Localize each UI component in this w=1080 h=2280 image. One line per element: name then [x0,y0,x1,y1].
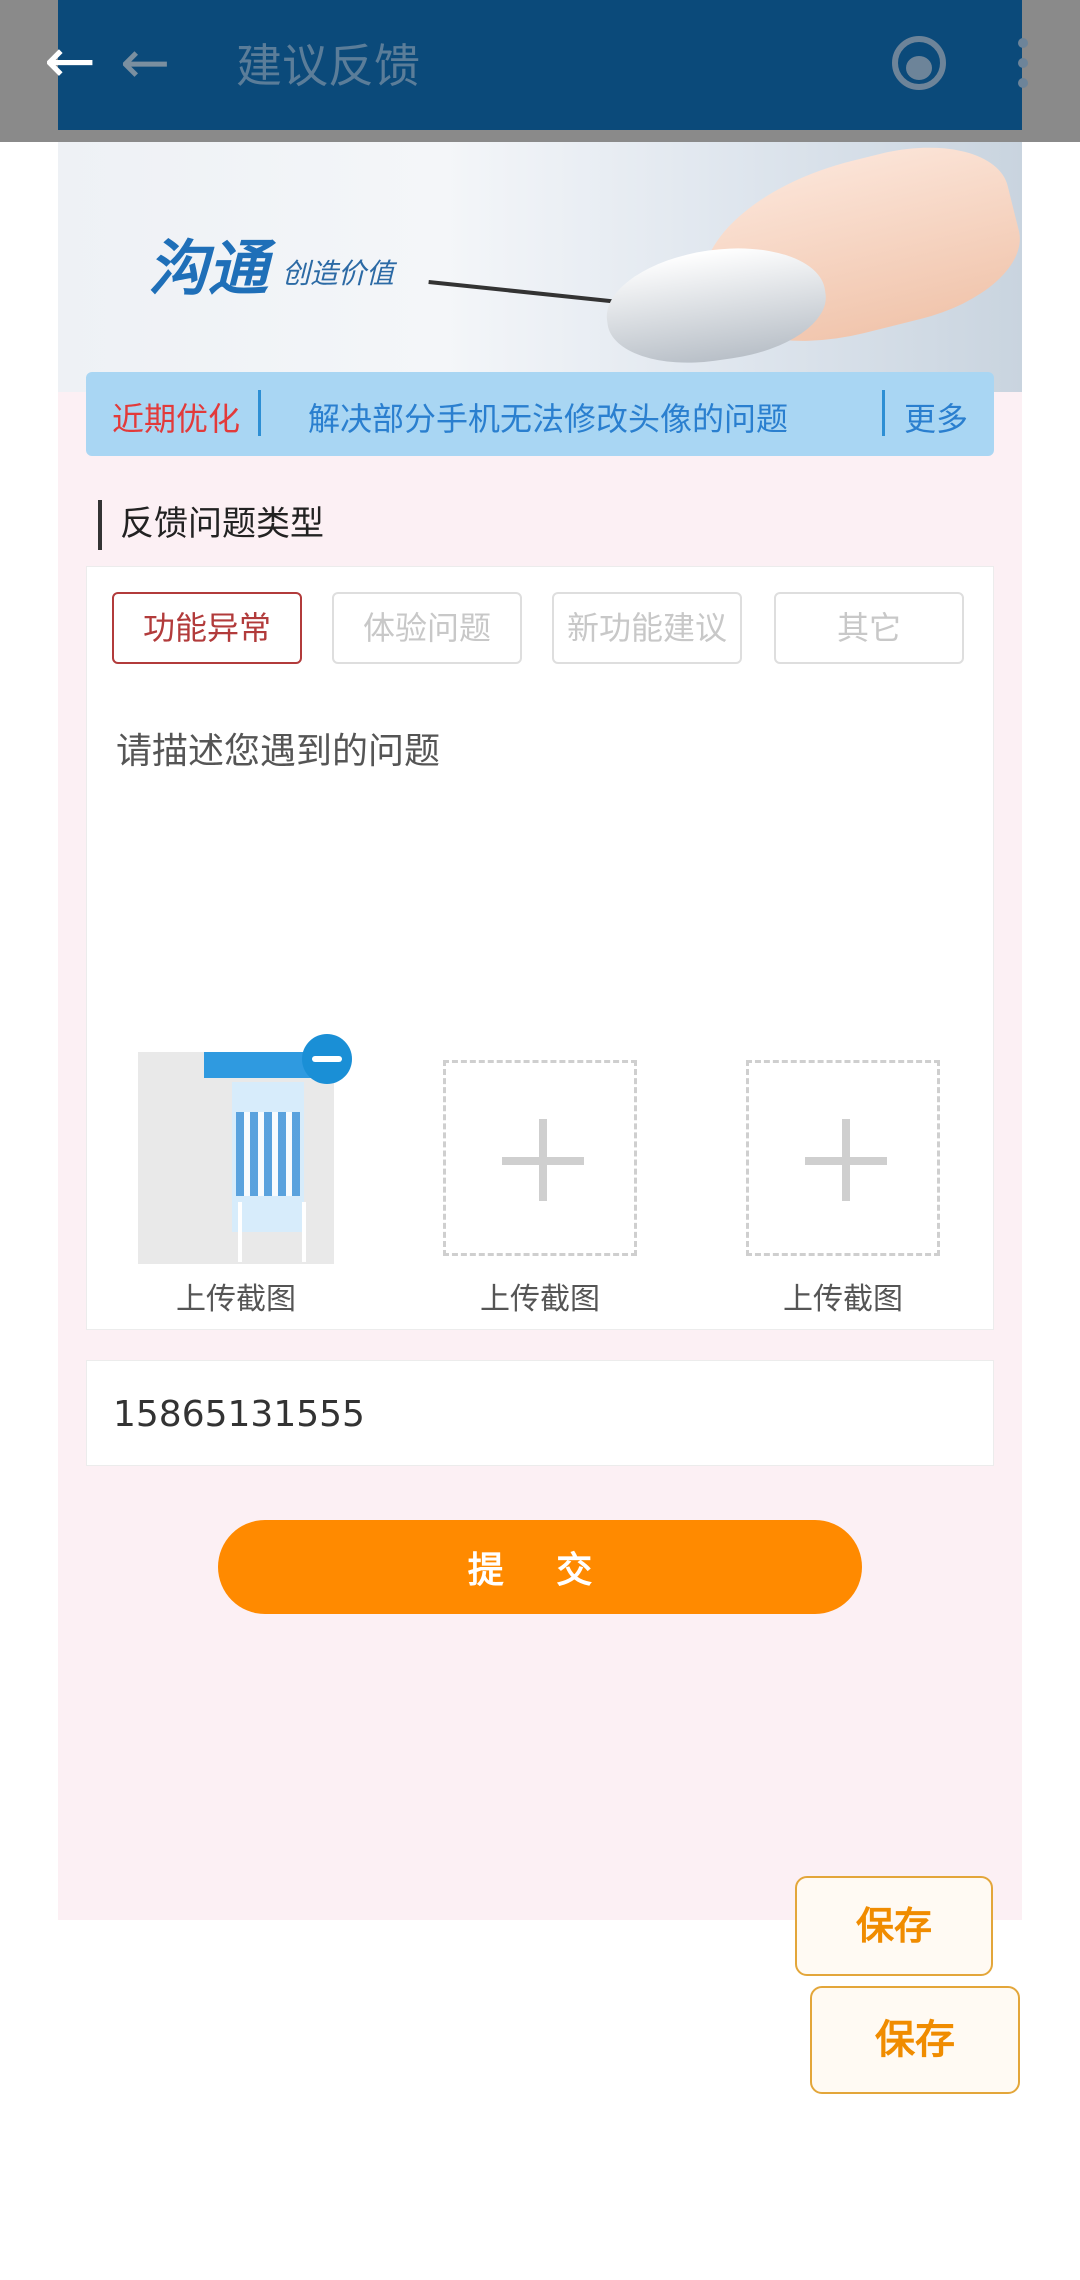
type-chip-function-error[interactable]: 功能异常 [112,592,302,664]
type-chip-experience[interactable]: 体验问题 [332,592,522,664]
headset-icon[interactable] [892,36,946,90]
upload-label: 上传截图 [176,1282,296,1317]
app-bar: ← 建议反馈 [58,0,1028,130]
thumb-content [238,1202,306,1262]
notice-bar[interactable]: 近期优化 解决部分手机无法修改头像的问题 更多 [86,372,994,456]
upload-label: 上传截图 [783,1282,903,1317]
banner-image: 沟通 创造价值 [58,142,1022,392]
type-chip-other[interactable]: 其它 [774,592,964,664]
uploaded-screenshot[interactable] [138,1052,334,1264]
description-input[interactable]: 请描述您遇到的问题 [116,722,440,774]
divider [882,390,885,436]
type-chip-new-feature[interactable]: 新功能建议 [552,592,742,664]
back-button[interactable]: ← [44,30,96,92]
upload-label: 上传截图 [480,1282,600,1317]
remove-image-icon[interactable] [302,1034,352,1084]
phone-input[interactable] [111,1385,955,1443]
save-button-secondary[interactable]: 保存 [810,1986,1020,2094]
plus-icon [539,1119,547,1201]
notice-message[interactable]: 解决部分手机无法修改头像的问题 [308,394,788,440]
more-vertical-icon[interactable] [1018,38,1030,98]
phone-field[interactable] [86,1360,994,1466]
upload-slot-3[interactable] [746,1060,940,1256]
save-button[interactable]: 保存 [795,1876,993,1976]
section-title: 反馈问题类型 [98,500,324,550]
banner-headline: 沟通 [148,234,268,304]
notice-more-link[interactable]: 更多 [904,394,968,440]
arrow-left-icon: ← [120,28,171,98]
page-title: 建议反馈 [236,39,420,93]
submit-button[interactable]: 提 交 [218,1520,862,1614]
plus-icon [842,1119,850,1201]
upload-slot-2[interactable] [443,1060,637,1256]
banner-tagline: 创造价值 [282,257,395,290]
notice-tag: 近期优化 [112,400,241,438]
thumb-icons [236,1112,300,1196]
divider [258,390,261,436]
